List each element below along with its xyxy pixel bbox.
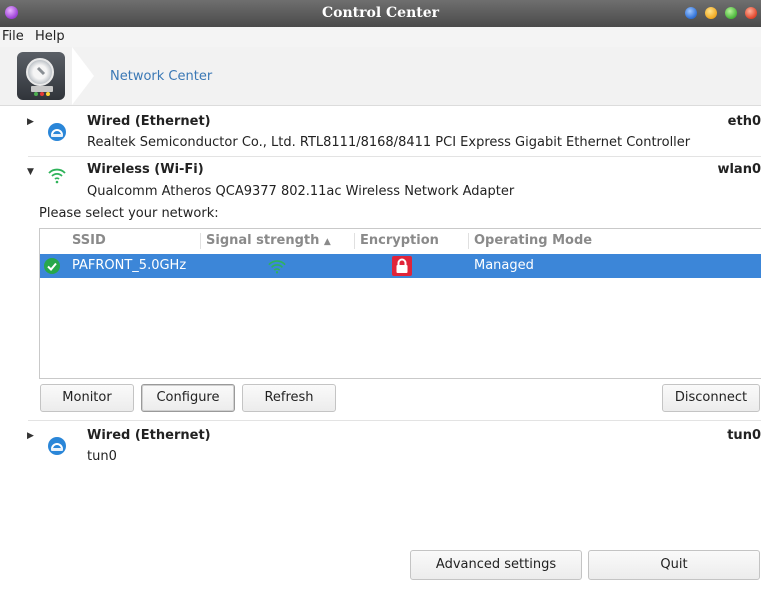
shade-window-icon[interactable] (685, 7, 697, 19)
disconnect-button[interactable]: Disconnect (662, 384, 760, 412)
menu-bar: File Help (0, 27, 761, 47)
network-mode: Managed (474, 258, 534, 273)
select-network-label: Please select your network: (39, 206, 219, 221)
quit-button[interactable]: Quit (588, 550, 760, 580)
menu-help[interactable]: Help (35, 29, 65, 44)
device-name: Wireless (Wi-Fi) (87, 162, 204, 177)
device-interface: tun0 (727, 428, 761, 443)
column-signal-strength[interactable]: Signal strength ▲ (206, 233, 331, 248)
divider (28, 420, 761, 421)
wired-network-icon (48, 123, 66, 141)
sort-ascending-icon: ▲ (323, 237, 331, 247)
signal-strength-icon (268, 260, 286, 274)
network-list-header: SSID Signal strength ▲ Encryption Operat… (40, 229, 761, 253)
column-ssid[interactable]: SSID (72, 233, 106, 248)
column-operating-mode[interactable]: Operating Mode (474, 233, 592, 248)
control-center-logo-icon (17, 52, 65, 100)
minimize-window-icon[interactable] (705, 7, 717, 19)
breadcrumb-arrow (72, 47, 94, 105)
breadcrumb[interactable]: Network Center (110, 69, 212, 84)
configure-button[interactable]: Configure (141, 384, 235, 412)
window-title: Control Center (321, 5, 439, 21)
collapse-arrow-icon[interactable]: ▼ (27, 167, 34, 177)
maximize-window-icon[interactable] (725, 7, 737, 19)
monitor-button[interactable]: Monitor (40, 384, 134, 412)
device-description: Qualcomm Atheros QCA9377 802.11ac Wirele… (87, 184, 515, 199)
device-description: Realtek Semiconductor Co., Ltd. RTL8111/… (87, 135, 691, 150)
page-header: Network Center (0, 47, 761, 106)
device-description: tun0 (87, 449, 117, 464)
network-ssid: PAFRONT_5.0GHz (72, 258, 187, 273)
close-window-icon[interactable] (745, 7, 757, 19)
refresh-button[interactable]: Refresh (242, 384, 336, 412)
connected-check-icon (44, 258, 60, 274)
network-row[interactable]: PAFRONT_5.0GHz Managed (40, 254, 761, 278)
device-interface: eth0 (727, 114, 761, 129)
expand-arrow-icon[interactable]: ▶ (27, 431, 34, 441)
expand-arrow-icon[interactable]: ▶ (27, 117, 34, 127)
divider (28, 156, 761, 157)
title-bar: Control Center (0, 0, 761, 27)
network-list[interactable]: SSID Signal strength ▲ Encryption Operat… (39, 228, 761, 379)
menu-file[interactable]: File (2, 29, 24, 44)
lock-icon (392, 256, 412, 276)
device-interface: wlan0 (717, 162, 761, 177)
wifi-icon (48, 168, 66, 184)
column-encryption[interactable]: Encryption (360, 233, 439, 248)
advanced-settings-button[interactable]: Advanced settings (410, 550, 582, 580)
device-name: Wired (Ethernet) (87, 114, 211, 129)
device-name: Wired (Ethernet) (87, 428, 211, 443)
wired-network-icon (48, 437, 66, 455)
